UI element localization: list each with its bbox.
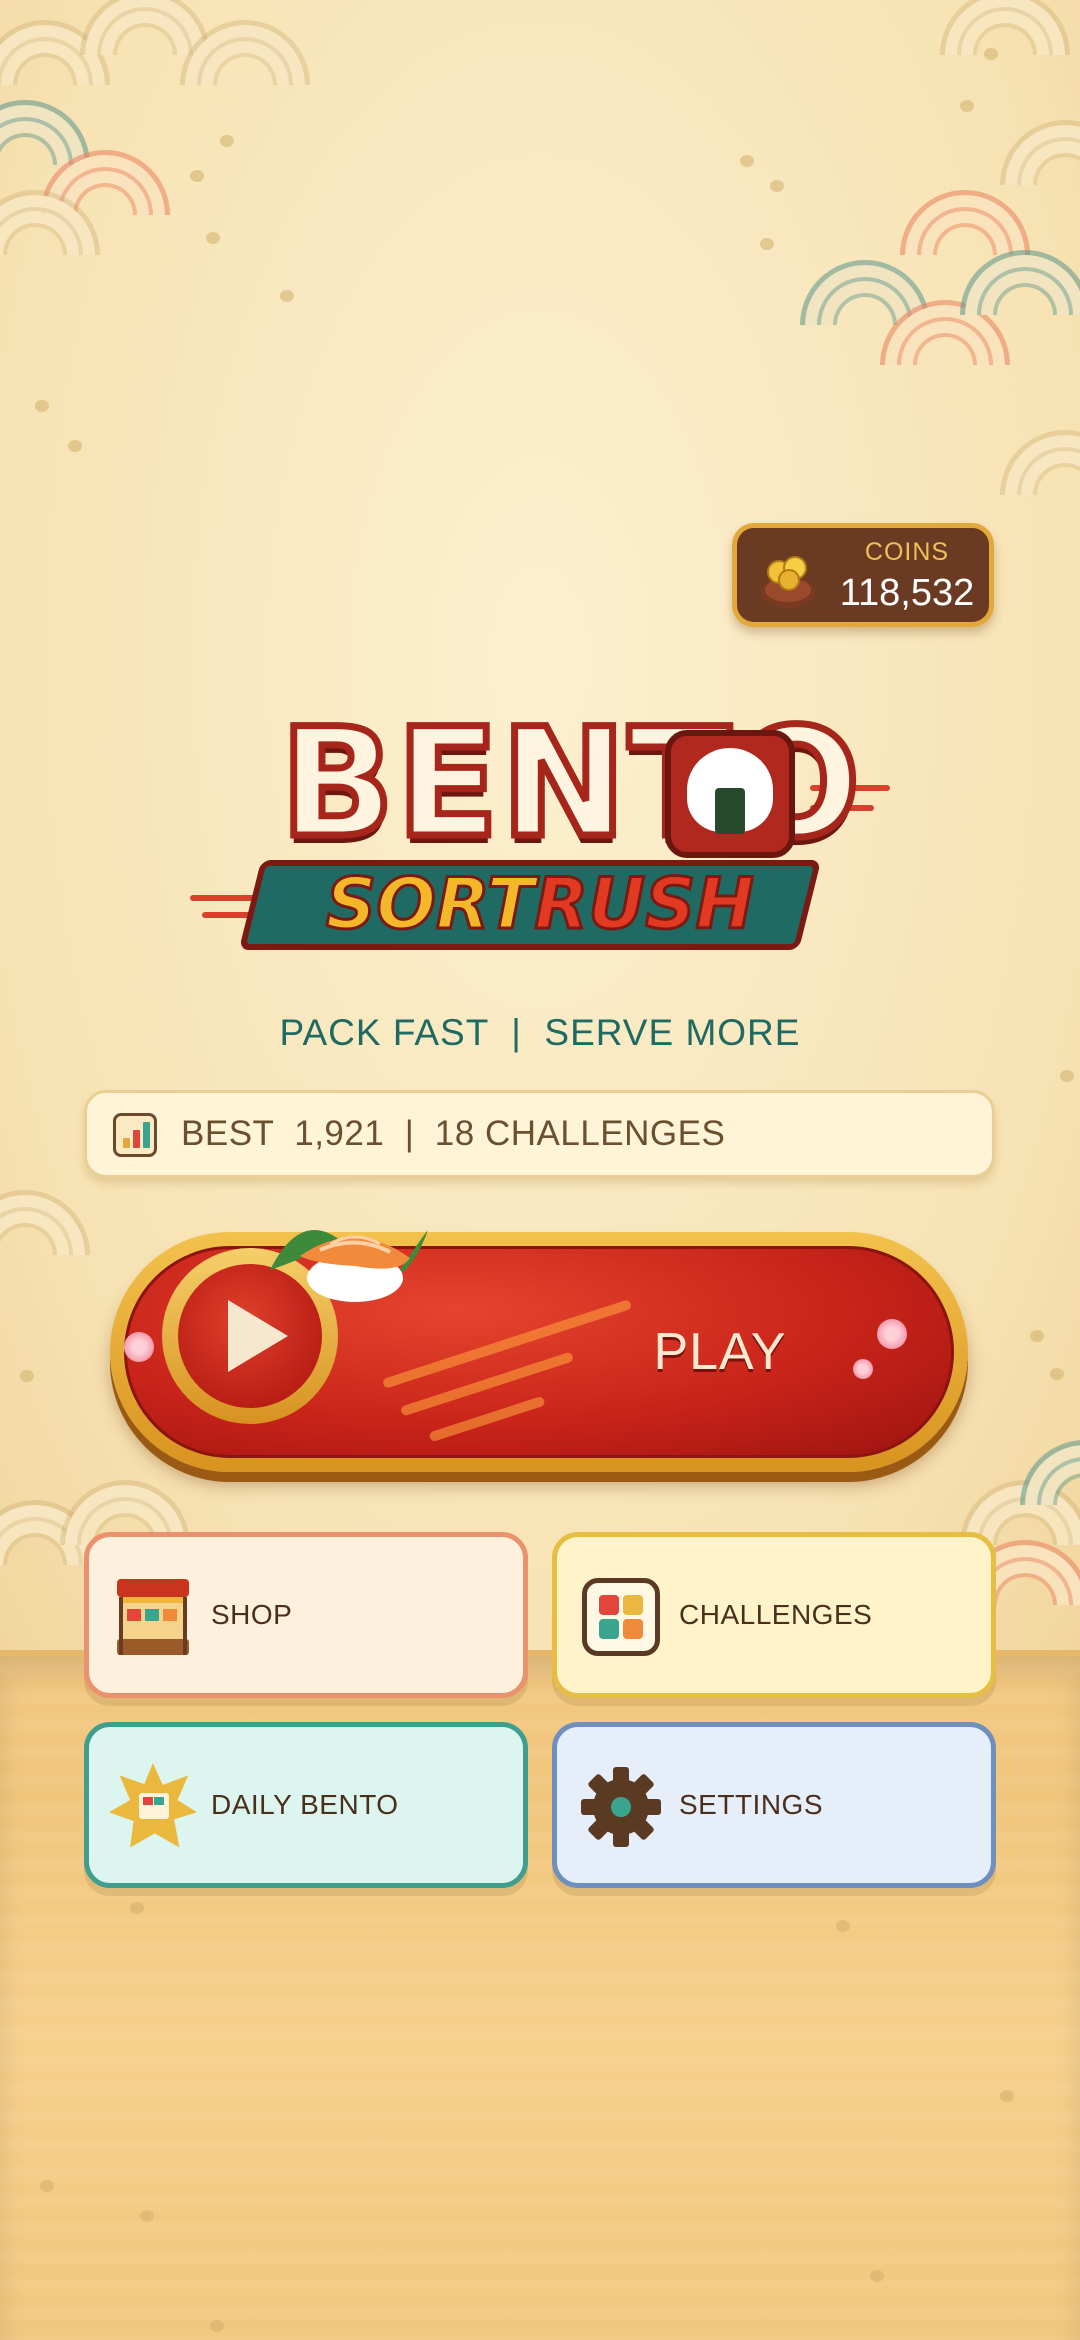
daily-badge-icon (109, 1763, 197, 1851)
logo-subtitle-rush: RUSH (533, 862, 756, 947)
best-score-text: BEST 1,921 | 18 CHALLENGES (181, 1114, 726, 1153)
sushi-decoration (270, 1230, 428, 1302)
grid-icon (582, 1578, 660, 1656)
logo-subtitle: SORTRUSH (300, 858, 780, 950)
logo-subtitle-sort: SORT (324, 862, 535, 947)
play-button[interactable]: PLAY (110, 1230, 968, 1472)
shop-button[interactable]: SHOP (84, 1532, 528, 1698)
bar-chart-icon (113, 1113, 157, 1157)
settings-button[interactable]: SETTINGS (552, 1722, 996, 1888)
settings-label: SETTINGS (679, 1789, 824, 1820)
coins-value: 118,532 (839, 572, 975, 614)
food-stall-icon (117, 1579, 189, 1655)
daily-bento-label: DAILY BENTO (211, 1789, 399, 1820)
coin-bag-icon (761, 556, 815, 608)
challenges-button[interactable]: CHALLENGES (552, 1532, 996, 1698)
coins-label: COINS (864, 538, 950, 566)
onigiri-icon (665, 730, 795, 858)
tagline: PACK FAST | SERVE MORE (279, 1012, 801, 1053)
blossom-decoration (124, 1332, 154, 1362)
gear-icon (581, 1767, 661, 1847)
coins-counter[interactable]: COINS 118,532 (732, 523, 994, 627)
best-score-strip: BEST 1,921 | 18 CHALLENGES (84, 1090, 995, 1178)
play-label: PLAY (653, 1323, 787, 1381)
game-logo: BENTO SORTRUSH (190, 690, 890, 960)
challenges-label: CHALLENGES (679, 1599, 873, 1630)
shop-label: SHOP (211, 1599, 293, 1630)
daily-bento-button[interactable]: DAILY BENTO (84, 1722, 528, 1888)
